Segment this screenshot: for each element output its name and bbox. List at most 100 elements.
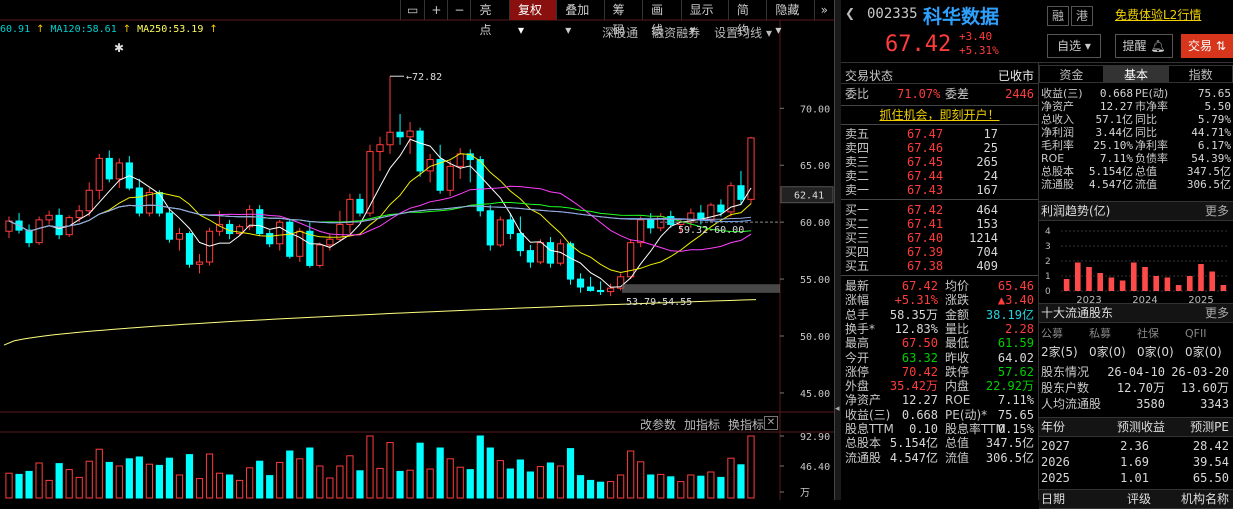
- ask-label: 卖四: [845, 141, 870, 155]
- stat-label: ROE: [945, 393, 971, 408]
- toolbar-overlay-label: 叠加: [565, 3, 590, 17]
- l2-promo-link[interactable]: 免费体验L2行情: [1115, 6, 1201, 23]
- candle-body: [185, 233, 194, 265]
- stat-label: 最高: [845, 336, 870, 351]
- holders-more[interactable]: 更多: [1205, 304, 1229, 322]
- link-ma-settings[interactable]: 设置均线 ▾: [714, 24, 772, 41]
- volume-tick-label: 万: [800, 488, 810, 499]
- fund-label: 流值: [1135, 178, 1157, 191]
- candle-body: [35, 219, 43, 244]
- toolbar-hide[interactable]: 隐藏 ▾: [766, 0, 813, 37]
- add-indicator-button[interactable]: 加指标: [684, 416, 720, 433]
- prev-stock-icon[interactable]: ❮: [845, 6, 855, 20]
- toolbar-draw[interactable]: 画线: [642, 0, 681, 37]
- toolbar-overlay[interactable]: 叠加 ▾: [556, 0, 603, 37]
- stat-value: 5.154亿: [889, 436, 938, 451]
- webi-value: 71.07%: [897, 87, 941, 101]
- candle-body: [266, 233, 274, 245]
- fund-value: 75.65: [1197, 87, 1231, 100]
- stat-value: 7.11%: [997, 393, 1034, 408]
- candle-body: [326, 238, 334, 246]
- profit-trend-more[interactable]: 更多: [1205, 202, 1229, 220]
- switch-indicator-button[interactable]: 换指标: [728, 416, 764, 433]
- edit-params-button[interactable]: 改参数: [640, 416, 676, 433]
- f10-tab[interactable]: 资金: [1039, 65, 1104, 83]
- fund-value: 7.11%: [1099, 152, 1133, 165]
- volume-bar: [647, 474, 655, 499]
- fund-value: 54.39%: [1191, 152, 1231, 165]
- volume-bar: [456, 466, 464, 499]
- volume-bar: [697, 475, 705, 499]
- volume-bar: [637, 461, 645, 499]
- forecast-year: 2026: [1041, 455, 1070, 469]
- candle-body: [586, 286, 595, 291]
- price-tick-label: 45.00: [800, 389, 830, 400]
- ask-price: 67.46: [907, 141, 944, 155]
- stock-name[interactable]: 科华数据: [923, 2, 999, 29]
- candle-body: [376, 144, 384, 153]
- toolbar-highlights[interactable]: 亮点: [470, 0, 509, 37]
- collapse-arrow-icon[interactable]: »: [813, 0, 834, 20]
- volume-bar: [446, 458, 454, 499]
- fund-value: 4.547亿: [1088, 178, 1133, 191]
- kline-chart-area[interactable]: 70.00 65.00 60.00 55.00 50.00 45.00 62.41 ←72.8…: [0, 0, 834, 500]
- stat-value: 0.668: [901, 407, 938, 422]
- link-ma-settings-label: 设置均线: [714, 26, 763, 40]
- watchlist-button[interactable]: 自选 ▾: [1047, 34, 1101, 58]
- stat-label: 今开: [845, 350, 870, 365]
- close-icon[interactable]: ✕: [764, 416, 778, 430]
- toolbar-adjust[interactable]: 复权 ▾: [508, 0, 557, 37]
- bid-volume: 409: [976, 259, 998, 273]
- zoom-out-icon[interactable]: −: [447, 0, 470, 20]
- remind-button-label: 提醒: [1122, 39, 1147, 53]
- fund-label: 净资产: [1041, 100, 1074, 113]
- candle-body: [386, 131, 394, 146]
- window-icon[interactable]: ▭: [400, 0, 424, 20]
- f10-tab[interactable]: 指数: [1168, 65, 1233, 83]
- remind-button[interactable]: 提醒 🔔︎: [1115, 34, 1173, 58]
- toolbar-simple[interactable]: 简约: [727, 0, 767, 37]
- stat-label: 最新: [845, 279, 870, 293]
- price-tick-label: 65.00: [800, 161, 830, 172]
- open-account-ad[interactable]: 抓住机会，即刻开户！: [841, 105, 1038, 125]
- candle-body: [195, 261, 204, 265]
- trade-button[interactable]: 交易 ⇅: [1181, 34, 1233, 58]
- link-sz-connect[interactable]: 深股通: [602, 24, 638, 41]
- toolbar-hide-label: 隐藏: [775, 3, 800, 17]
- fund-value: 5.154亿: [1088, 165, 1133, 178]
- forecast-eps: 1.69: [1120, 455, 1149, 469]
- volume-bar: [707, 471, 715, 499]
- margin-badge[interactable]: 融: [1047, 6, 1069, 26]
- holder-count: 0家(0): [1185, 345, 1222, 359]
- toolbar-chips[interactable]: 筹码: [603, 0, 643, 37]
- zoom-in-icon[interactable]: +: [424, 0, 447, 20]
- f10-tab[interactable]: 基本: [1103, 65, 1169, 83]
- stat-value: 35.42万: [889, 379, 938, 394]
- link-margin[interactable]: 融资融券: [652, 24, 700, 41]
- volume-bar: [657, 473, 665, 499]
- candle-body: [306, 230, 314, 266]
- candle-body: [225, 223, 234, 235]
- candle-body: [406, 130, 414, 138]
- ask-volume: 17: [983, 127, 998, 141]
- stat-value: 38.19亿: [985, 307, 1034, 322]
- volume-bar: [747, 435, 755, 499]
- price-tick-label: 70.00: [800, 104, 830, 115]
- stat-value: 63.32: [901, 350, 938, 365]
- stat-value: 12.83%: [894, 321, 938, 336]
- toolbar-display[interactable]: 显示 ▾: [680, 0, 728, 37]
- bid-price: 67.42: [907, 203, 944, 217]
- holder-row-value: 26-04-10: [1107, 365, 1165, 379]
- hk-badge[interactable]: 港: [1071, 6, 1093, 26]
- candle-body: [155, 192, 164, 214]
- candle-body: [456, 153, 464, 167]
- candle-body: [105, 157, 113, 180]
- volume-bar: [617, 474, 625, 499]
- volume-bar: [336, 465, 344, 499]
- candle-body: [396, 131, 404, 138]
- stat-label: 最低: [945, 336, 970, 351]
- stat-label: 换手*: [845, 321, 876, 336]
- candle-body: [85, 189, 93, 212]
- volume-bar: [727, 457, 735, 499]
- volume-bar: [185, 454, 194, 499]
